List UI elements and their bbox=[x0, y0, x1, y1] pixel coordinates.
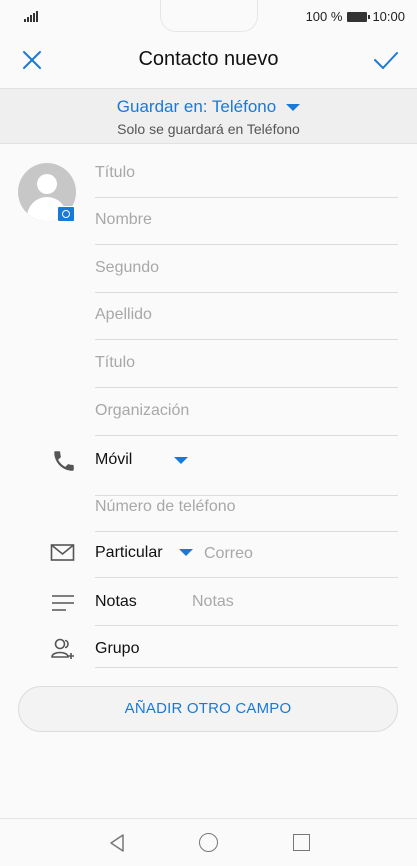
phone-icon bbox=[54, 451, 74, 471]
notes-row: Notas Notas bbox=[95, 578, 398, 626]
notes-placeholder[interactable]: Notas bbox=[192, 593, 234, 611]
home-icon[interactable] bbox=[199, 833, 218, 852]
phone-number-placeholder: Número de teléfono bbox=[95, 498, 236, 515]
status-right: 100 % 10:00 bbox=[306, 9, 405, 24]
job-title-field[interactable]: Título bbox=[95, 340, 398, 388]
group-label: Grupo bbox=[95, 640, 140, 657]
save-location-panel[interactable]: Guardar en: Teléfono Solo se guardará en… bbox=[0, 88, 417, 144]
status-bar: 100 % 10:00 bbox=[0, 0, 417, 34]
save-location-selector[interactable]: Guardar en: Teléfono bbox=[116, 97, 301, 117]
first-name-placeholder: Nombre bbox=[95, 211, 152, 228]
clock: 10:00 bbox=[372, 9, 405, 24]
dropdown-arrow-icon bbox=[286, 103, 301, 111]
first-name-field[interactable]: Nombre bbox=[95, 197, 398, 245]
app-bar: Contacto nuevo bbox=[0, 34, 417, 86]
notes-icon bbox=[52, 595, 74, 611]
last-name-placeholder: Apellido bbox=[95, 306, 152, 323]
battery-percent: 100 % bbox=[305, 9, 343, 24]
battery-icon bbox=[347, 11, 371, 22]
navigation-bar bbox=[0, 818, 417, 866]
title-prefix-placeholder: Título bbox=[95, 164, 136, 181]
notes-label: Notas bbox=[95, 593, 137, 610]
mail-icon bbox=[50, 544, 75, 561]
last-name-field[interactable]: Apellido bbox=[95, 292, 398, 340]
job-title-placeholder: Título bbox=[95, 354, 136, 371]
group-row[interactable]: Grupo bbox=[95, 626, 398, 668]
add-field-button[interactable]: AÑADIR OTRO CAMPO bbox=[18, 686, 398, 732]
notch bbox=[160, 0, 258, 32]
middle-name-field[interactable]: Segundo bbox=[95, 245, 398, 293]
check-icon[interactable] bbox=[373, 48, 399, 72]
title-prefix-field[interactable]: Título bbox=[95, 150, 398, 198]
phone-type-label: Móvil bbox=[95, 451, 133, 468]
save-location-subtitle: Solo se guardará en Teléfono bbox=[117, 121, 300, 137]
organization-placeholder: Organización bbox=[95, 402, 190, 419]
email-row: Particular Correo bbox=[95, 530, 398, 578]
chevron-down-icon[interactable] bbox=[179, 549, 193, 556]
back-icon[interactable] bbox=[108, 833, 126, 853]
chevron-down-icon bbox=[174, 457, 188, 464]
email-type-label[interactable]: Particular bbox=[95, 544, 163, 562]
organization-field[interactable]: Organización bbox=[95, 388, 398, 436]
middle-name-placeholder: Segundo bbox=[95, 259, 160, 276]
group-icon bbox=[51, 638, 74, 659]
recent-apps-icon[interactable] bbox=[293, 834, 310, 851]
phone-number-field[interactable]: Número de teléfono bbox=[95, 484, 398, 532]
page-title: Contacto nuevo bbox=[138, 48, 279, 70]
signal-icon bbox=[24, 10, 38, 22]
save-location-label: Guardar en: Teléfono bbox=[116, 97, 277, 116]
email-placeholder[interactable]: Correo bbox=[204, 545, 253, 563]
camera-icon[interactable] bbox=[57, 206, 75, 222]
